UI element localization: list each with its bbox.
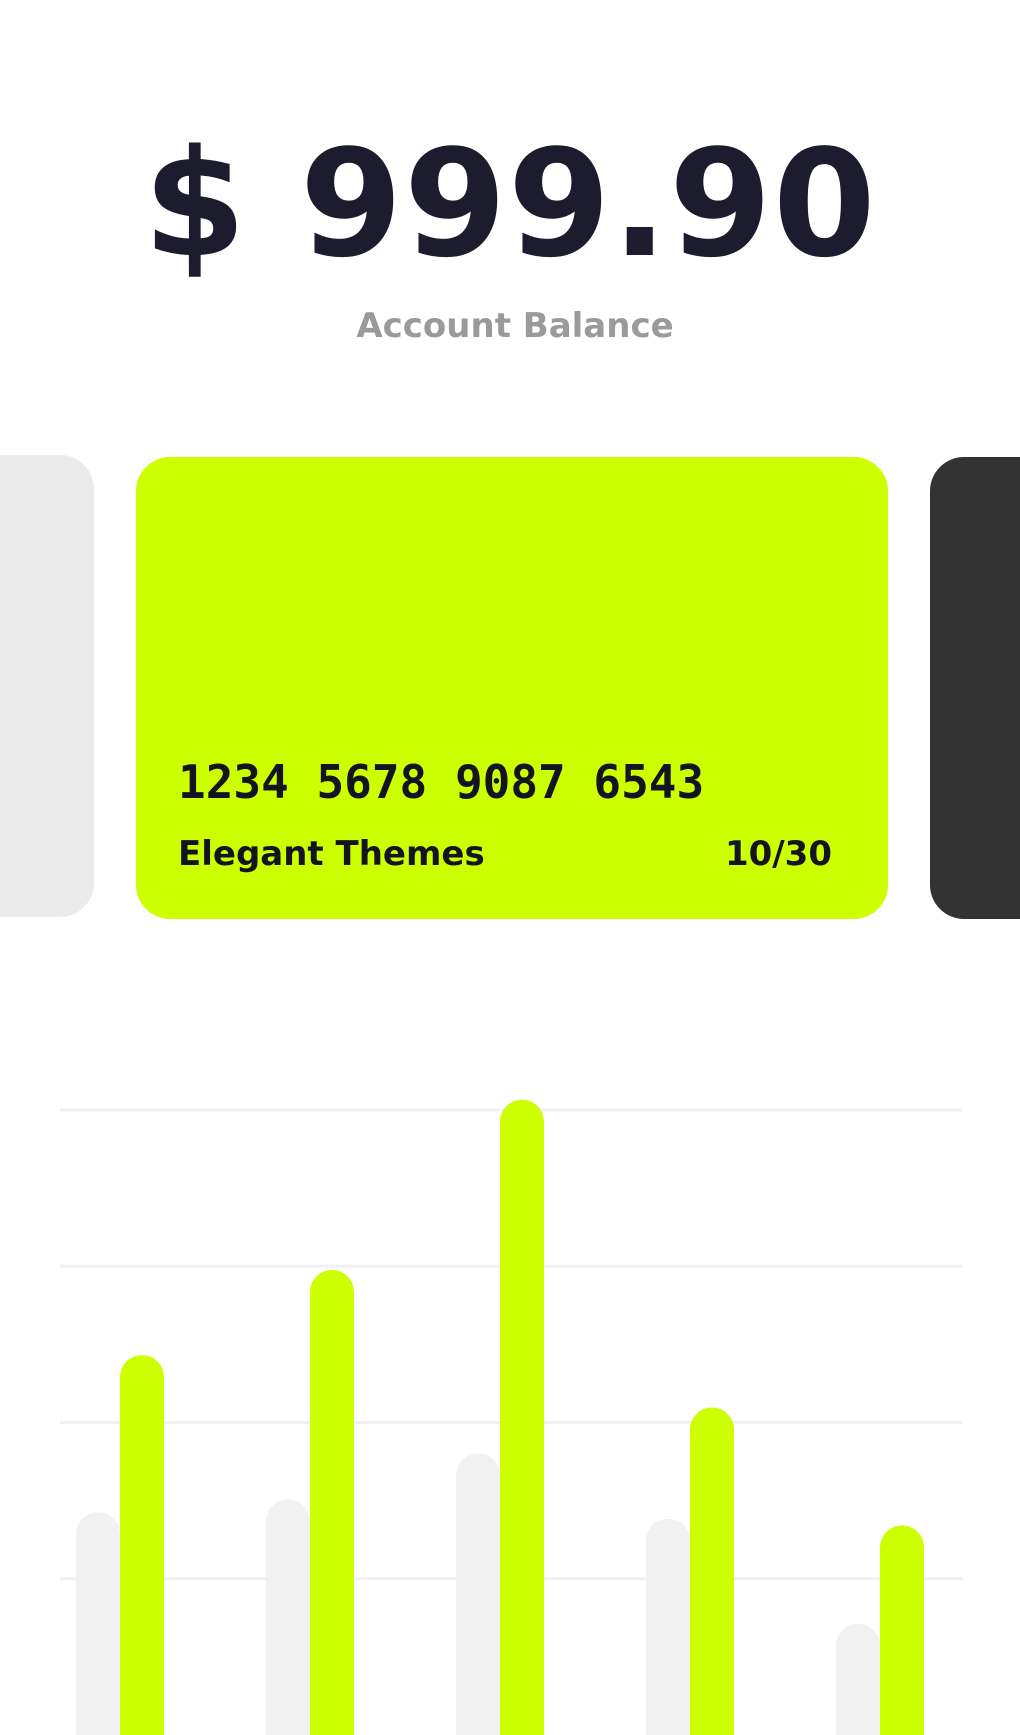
chart-bar-primary — [120, 1355, 164, 1735]
chart-bar-secondary — [836, 1623, 880, 1735]
chart-bar-primary — [500, 1099, 544, 1735]
spending-bar-chart — [60, 1099, 962, 1735]
chart-bars — [76, 1099, 924, 1735]
chart-bar-primary — [310, 1269, 354, 1735]
chart-bar-secondary — [76, 1512, 120, 1735]
chart-bar-primary — [690, 1407, 734, 1735]
chart-bar-secondary — [456, 1453, 500, 1735]
chart-bar-primary — [880, 1525, 924, 1735]
chart-bar-secondary — [646, 1518, 690, 1735]
chart-bar-secondary — [266, 1499, 310, 1735]
